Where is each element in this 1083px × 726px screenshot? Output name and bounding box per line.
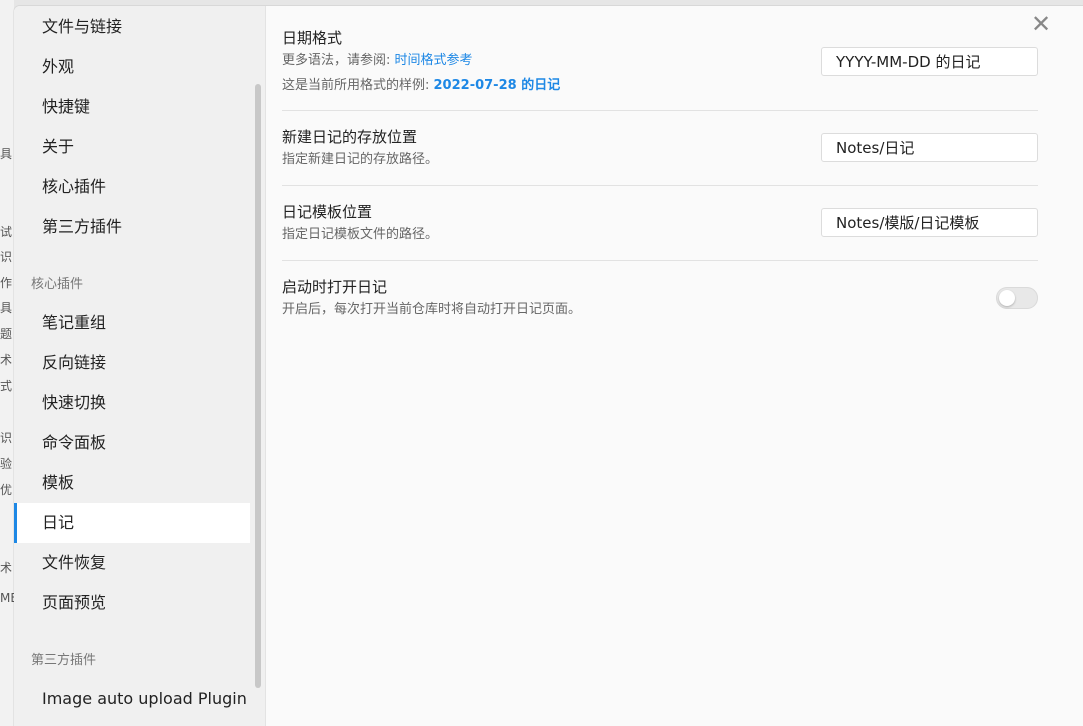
third-party-group-label: 第三方插件 [31, 653, 97, 668]
setting-description: 指定日记模板文件的路径。 [282, 227, 439, 242]
template-location-input[interactable] [821, 208, 1038, 237]
setting-sample: 这是当前所用格式的样例: 2022-07-28 的日记 [282, 77, 560, 95]
sidebar-item-core-plugins[interactable]: 核心插件 [14, 167, 250, 207]
background-text: 识 [0, 250, 13, 264]
format-reference-link[interactable]: 时间格式参考 [395, 53, 473, 68]
sidebar-item-note-composer[interactable]: 笔记重组 [14, 303, 250, 343]
sidebar-item-appearance[interactable]: 外观 [14, 47, 250, 87]
background-text: 验 [0, 457, 13, 471]
setting-title: 日记模板位置 [282, 203, 373, 221]
divider [282, 185, 1038, 186]
sidebar-item-backlinks[interactable]: 反向链接 [14, 343, 250, 383]
setting-description: 开启后，每次打开当前仓库时将自动打开日记页面。 [282, 302, 582, 317]
new-note-location-input[interactable] [821, 133, 1038, 162]
date-format-input[interactable] [821, 47, 1038, 76]
background-text: 作 [0, 276, 13, 290]
description-text: 更多语法，请参阅: [282, 53, 395, 68]
setting-title: 启动时打开日记 [282, 278, 388, 296]
close-icon[interactable]: ✕ [1030, 12, 1052, 36]
sidebar-item-daily-notes[interactable]: 日记 [14, 503, 250, 543]
background-text: 题 [0, 327, 13, 341]
setting-title: 新建日记的存放位置 [282, 128, 418, 146]
open-on-startup-toggle[interactable] [996, 287, 1038, 309]
divider [282, 110, 1038, 111]
background-app-strip: 具 试 识 作 具 题 术 式 识 验 优 术 ME [0, 0, 18, 726]
divider [282, 260, 1038, 261]
sample-text: 这是当前所用格式的样例: [282, 78, 434, 93]
setting-open-on-startup: 启动时打开日记 开启后，每次打开当前仓库时将自动打开日记页面。 [282, 276, 1038, 326]
sidebar-item-image-auto-upload[interactable]: Image auto upload Plugin [14, 679, 250, 719]
background-text: 式 [0, 379, 13, 393]
background-text: 具 [0, 147, 13, 161]
setting-title: 日期格式 [282, 29, 343, 47]
setting-template-location: 日记模板位置 指定日记模板文件的路径。 [282, 201, 1038, 261]
sidebar-item-quick-switcher[interactable]: 快速切换 [14, 383, 250, 423]
background-text: 具 [0, 301, 13, 315]
setting-description: 更多语法，请参阅: 时间格式参考 [282, 52, 473, 70]
settings-modal: 文件与链接 外观 快捷键 关于 核心插件 第三方插件 核心插件 笔记重组 反向链… [14, 6, 1083, 726]
sidebar-item-command-palette[interactable]: 命令面板 [14, 423, 250, 463]
settings-sidebar: 文件与链接 外观 快捷键 关于 核心插件 第三方插件 核心插件 笔记重组 反向链… [14, 6, 265, 726]
sidebar-item-hotkeys[interactable]: 快捷键 [14, 87, 250, 127]
background-text: 试 [0, 225, 13, 239]
core-plugins-group-label: 核心插件 [31, 277, 84, 292]
setting-date-format: 日期格式 更多语法，请参阅: 时间格式参考 这是当前所用格式的样例: 2022-… [282, 26, 1038, 111]
sidebar-item-about[interactable]: 关于 [14, 127, 250, 167]
sidebar-item-page-preview[interactable]: 页面预览 [14, 583, 250, 623]
background-text: 识 [0, 431, 13, 445]
background-text: 术 [0, 561, 13, 575]
sidebar-item-file-recovery[interactable]: 文件恢复 [14, 543, 250, 583]
sidebar-scrollbar-thumb[interactable] [255, 84, 261, 688]
sidebar-item-templates[interactable]: 模板 [14, 463, 250, 503]
toggle-knob [999, 290, 1015, 306]
background-text: 优 [0, 483, 13, 497]
settings-content [266, 6, 1083, 726]
sidebar-item-third-party-plugins[interactable]: 第三方插件 [14, 207, 250, 247]
background-text: 术 [0, 353, 13, 367]
sample-value: 2022-07-28 的日记 [433, 78, 561, 93]
setting-description: 指定新建日记的存放路径。 [282, 152, 439, 167]
setting-new-note-location: 新建日记的存放位置 指定新建日记的存放路径。 [282, 126, 1038, 186]
sidebar-item-files-links[interactable]: 文件与链接 [14, 7, 250, 47]
